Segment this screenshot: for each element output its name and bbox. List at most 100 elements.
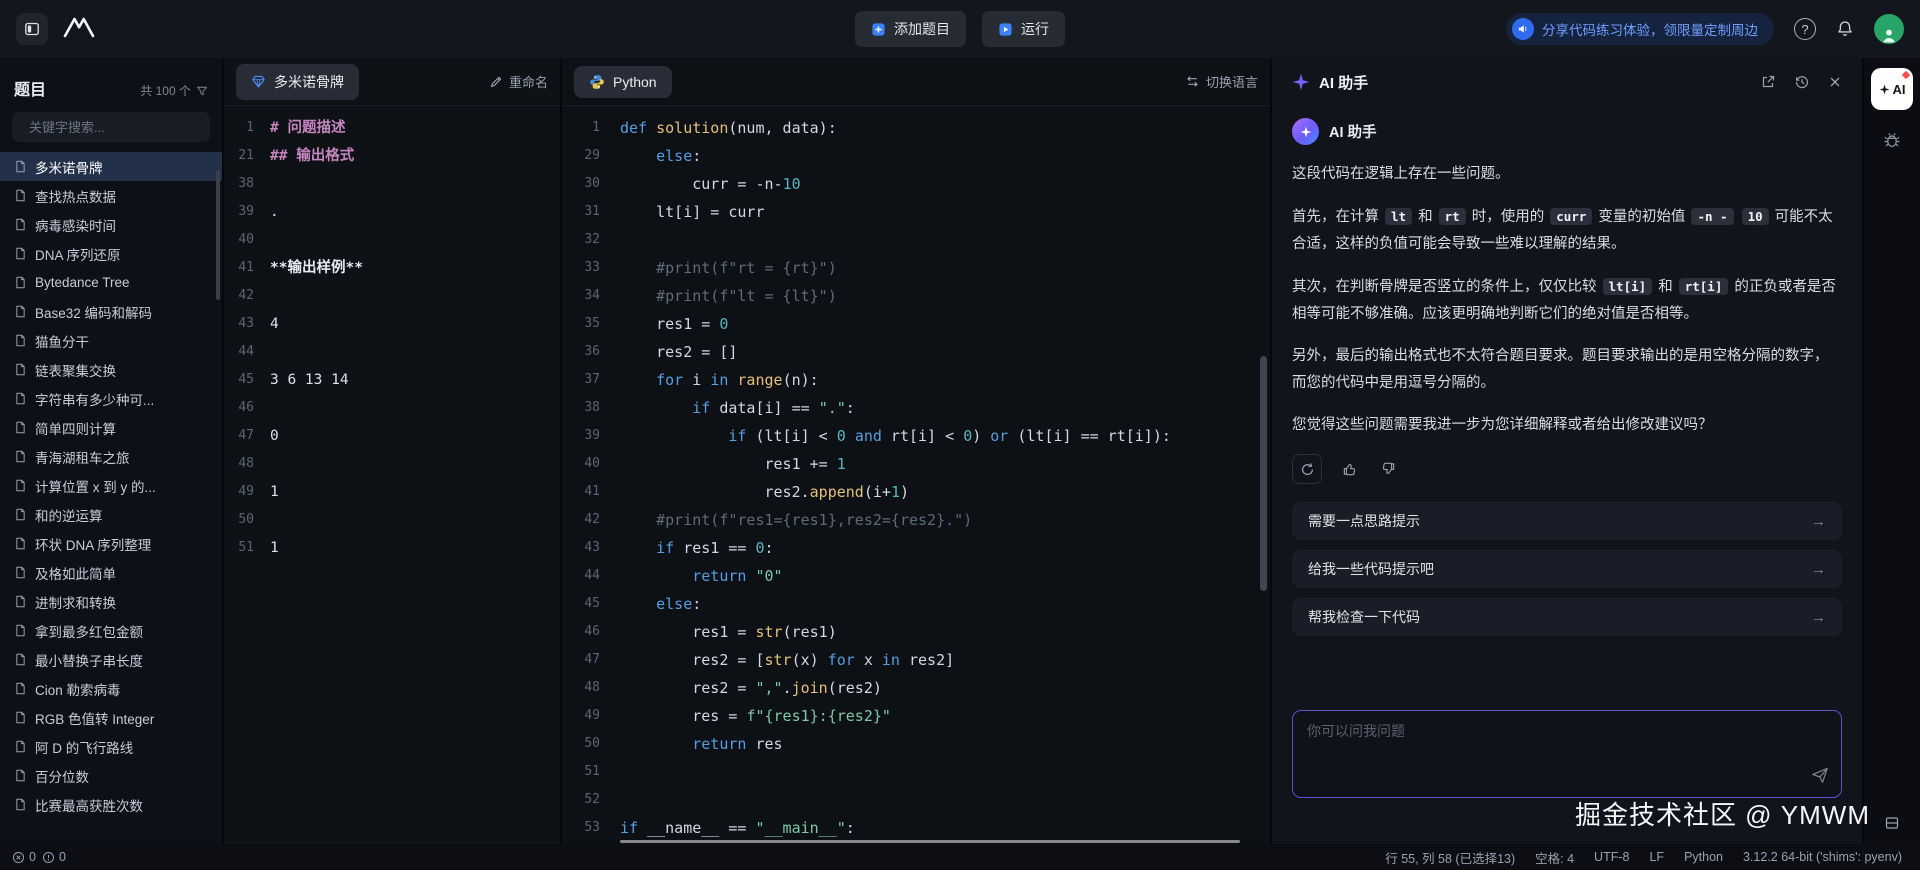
topbar: 添加题目 运行 分享代码练习体验，领限量定制周边 ? bbox=[0, 0, 1920, 58]
gem-icon bbox=[251, 74, 266, 89]
markdown-line: 40 bbox=[224, 226, 560, 254]
send-button[interactable] bbox=[1811, 766, 1829, 789]
warning-indicator[interactable]: 0 bbox=[42, 850, 66, 864]
sidebar-item[interactable]: 拿到最多红包金额 bbox=[0, 616, 222, 645]
close-icon[interactable] bbox=[1828, 75, 1842, 89]
ai-question-input[interactable] bbox=[1307, 721, 1827, 787]
switch-language-button[interactable]: 切换语言 bbox=[1185, 72, 1258, 91]
document-icon bbox=[14, 276, 27, 289]
sidebar-item[interactable]: Cion 勒索病毒 bbox=[0, 674, 222, 703]
filter-icon[interactable] bbox=[196, 85, 208, 97]
status-item[interactable]: Python bbox=[1684, 850, 1723, 864]
document-icon bbox=[14, 682, 27, 695]
document-icon bbox=[14, 653, 27, 666]
sidebar-item[interactable]: 简单四则计算 bbox=[0, 413, 222, 442]
document-icon bbox=[14, 537, 27, 550]
markdown-line: 453 6 13 14 bbox=[224, 366, 560, 394]
ai-paragraph: 您觉得这些问题需要我进一步为您详细解释或者给出修改建议吗？ bbox=[1292, 412, 1842, 439]
sidebar-item[interactable]: 链表聚集交换 bbox=[0, 355, 222, 384]
markdown-line: 491 bbox=[224, 478, 560, 506]
document-icon bbox=[14, 218, 27, 231]
markdown-line: 50 bbox=[224, 506, 560, 534]
search-input[interactable] bbox=[29, 120, 205, 135]
editor-vertical-scrollbar[interactable] bbox=[1260, 356, 1267, 591]
export-chat-icon[interactable] bbox=[1760, 74, 1776, 90]
sidebar-item[interactable]: 字符串有多少种可... bbox=[0, 384, 222, 413]
panel-layout-button[interactable] bbox=[1884, 815, 1900, 836]
status-item[interactable]: 空格: 4 bbox=[1535, 848, 1574, 867]
status-item[interactable]: UTF-8 bbox=[1594, 850, 1629, 864]
code-line: 37 for i in range(n): bbox=[562, 366, 1270, 394]
problem-sidebar: 题目 共 100 个 多米诺骨牌查找热点数据病毒感染时间DNA 序列还原Byte… bbox=[0, 58, 222, 844]
sidebar-item[interactable]: 查找热点数据 bbox=[0, 181, 222, 210]
right-rail: AI bbox=[1864, 58, 1920, 844]
sidebar-item[interactable]: RGB 色值转 Integer bbox=[0, 703, 222, 732]
add-problem-label: 添加题目 bbox=[894, 19, 950, 39]
suggestion-button[interactable]: 需要一点思路提示→ bbox=[1292, 502, 1842, 540]
bug-rail-button[interactable] bbox=[1882, 130, 1902, 155]
thumbs-down-button[interactable] bbox=[1376, 456, 1402, 482]
add-problem-button[interactable]: 添加题目 bbox=[855, 11, 966, 47]
sidebar-item[interactable]: 比赛最高获胜次数 bbox=[0, 790, 222, 819]
sidebar-item[interactable]: 猫鱼分干 bbox=[0, 326, 222, 355]
suggestion-button[interactable]: 给我一些代码提示吧→ bbox=[1292, 550, 1842, 588]
search-box bbox=[12, 112, 210, 142]
sidebar-item[interactable]: 病毒感染时间 bbox=[0, 210, 222, 239]
sidebar-item[interactable]: 计算位置 x 到 y 的... bbox=[0, 471, 222, 500]
document-icon bbox=[14, 508, 27, 521]
sidebar-item[interactable]: 及格如此简单 bbox=[0, 558, 222, 587]
document-icon bbox=[14, 247, 27, 260]
suggestion-button[interactable]: 帮我检查一下代码→ bbox=[1292, 598, 1842, 636]
status-item[interactable]: 3.12.2 64-bit ('shims': pyenv) bbox=[1743, 850, 1902, 864]
status-item[interactable]: 行 55, 列 58 (已选择13) bbox=[1385, 848, 1515, 867]
language-tab-label: Python bbox=[613, 74, 657, 90]
document-icon bbox=[14, 363, 27, 376]
sidebar-scrollbar[interactable] bbox=[216, 170, 220, 300]
code-content[interactable]: 1def solution(num, data):29 else:30 curr… bbox=[562, 106, 1270, 844]
bug-icon bbox=[1882, 130, 1902, 150]
problem-tab[interactable]: 多米诺骨牌 bbox=[236, 64, 359, 100]
code-line: 42 #print(f"res1={res1},res2={res2}.") bbox=[562, 506, 1270, 534]
problem-content[interactable]: 1# 问题描述21## 输出格式3839.4041**输出样例**4243444… bbox=[224, 106, 560, 844]
run-button[interactable]: 运行 bbox=[982, 11, 1065, 47]
code-line: 40 res1 += 1 bbox=[562, 450, 1270, 478]
error-indicator[interactable]: 0 bbox=[12, 850, 36, 864]
sidebar-item[interactable]: DNA 序列还原 bbox=[0, 239, 222, 268]
status-item[interactable]: LF bbox=[1649, 850, 1664, 864]
sidebar-item[interactable]: 百分位数 bbox=[0, 761, 222, 790]
sidebar-item[interactable]: Bytedance Tree bbox=[0, 268, 222, 297]
error-count: 0 bbox=[29, 850, 36, 864]
language-tab[interactable]: Python bbox=[574, 66, 672, 98]
sidebar-item[interactable]: 和的逆运算 bbox=[0, 500, 222, 529]
markdown-line: 511 bbox=[224, 534, 560, 562]
editor-horizontal-scrollbar[interactable] bbox=[620, 840, 1240, 843]
history-icon[interactable] bbox=[1794, 74, 1810, 90]
code-line: 43 if res1 == 0: bbox=[562, 534, 1270, 562]
promo-banner[interactable]: 分享代码练习体验，领限量定制周边 bbox=[1506, 13, 1774, 45]
user-avatar[interactable] bbox=[1874, 14, 1904, 44]
document-icon bbox=[14, 189, 27, 202]
sidebar-item[interactable]: Base32 编码和解码 bbox=[0, 297, 222, 326]
document-icon bbox=[14, 334, 27, 347]
sidebar-toggle-icon bbox=[24, 21, 40, 37]
ai-rail-button[interactable]: AI bbox=[1871, 68, 1913, 110]
sidebar-item[interactable]: 环状 DNA 序列整理 bbox=[0, 529, 222, 558]
code-line: 47 res2 = [str(x) for x in res2] bbox=[562, 646, 1270, 674]
sidebar-item[interactable]: 阿 D 的飞行路线 bbox=[0, 732, 222, 761]
help-icon[interactable]: ? bbox=[1794, 18, 1816, 40]
sidebar-item[interactable]: 最小替换子串长度 bbox=[0, 645, 222, 674]
code-line: 29 else: bbox=[562, 142, 1270, 170]
code-line: 51 bbox=[562, 758, 1270, 786]
sidebar-item[interactable]: 多米诺骨牌 bbox=[0, 152, 222, 181]
sidebar-item[interactable]: 进制求和转换 bbox=[0, 587, 222, 616]
thumbs-up-button[interactable] bbox=[1336, 456, 1362, 482]
regenerate-button[interactable] bbox=[1292, 454, 1322, 484]
sidebar-item[interactable]: 青海湖租车之旅 bbox=[0, 442, 222, 471]
code-line: 33 #print(f"rt = {rt}") bbox=[562, 254, 1270, 282]
problem-list: 多米诺骨牌查找热点数据病毒感染时间DNA 序列还原Bytedance TreeB… bbox=[0, 152, 222, 844]
bell-icon[interactable] bbox=[1836, 20, 1854, 38]
rename-button[interactable]: 重命名 bbox=[489, 72, 548, 91]
sidebar-toggle-button[interactable] bbox=[16, 13, 48, 45]
markdown-line: 39. bbox=[224, 198, 560, 226]
markdown-line: 48 bbox=[224, 450, 560, 478]
